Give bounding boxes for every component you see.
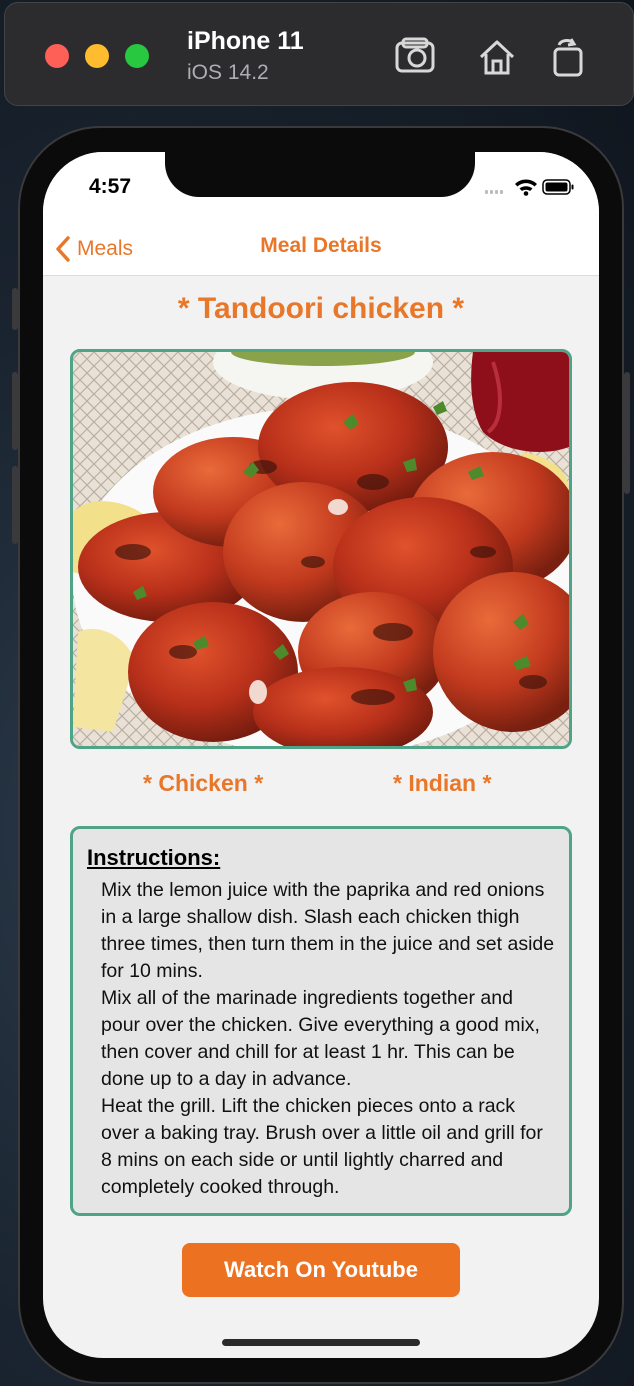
screenshot-icon[interactable] bbox=[393, 37, 437, 77]
instructions-text: Mix the lemon juice with the paprika and… bbox=[101, 879, 555, 1198]
minimize-window-button[interactable] bbox=[85, 44, 109, 68]
instructions-box: Instructions: Mix the lemon juice with t… bbox=[70, 826, 572, 1216]
meal-image bbox=[70, 349, 572, 749]
phone-screen: 4:57 Meals Meal Details * Tandoori chick… bbox=[43, 152, 599, 1358]
mute-switch bbox=[12, 288, 18, 330]
watch-youtube-button[interactable]: Watch On Youtube bbox=[182, 1243, 460, 1297]
zoom-window-button[interactable] bbox=[125, 44, 149, 68]
volume-up-button bbox=[12, 372, 18, 450]
meal-title: * Tandoori chicken * bbox=[177, 292, 465, 325]
status-and-nav-bar: 4:57 Meals Meal Details bbox=[43, 152, 599, 276]
simulator-os-version: iOS 14.2 bbox=[187, 61, 269, 84]
meal-area: * Indian * bbox=[393, 770, 492, 796]
tandoori-chicken-photo bbox=[73, 352, 569, 746]
home-icon[interactable] bbox=[475, 37, 519, 77]
home-indicator[interactable] bbox=[222, 1339, 420, 1346]
power-button bbox=[624, 372, 630, 494]
rotate-icon[interactable] bbox=[547, 37, 591, 77]
battery-icon bbox=[542, 179, 574, 195]
nav-divider bbox=[43, 275, 599, 276]
meal-category: * Chicken * bbox=[143, 770, 264, 796]
instructions-heading: Instructions: bbox=[87, 845, 221, 870]
cellular-signal-icon bbox=[485, 190, 503, 194]
simulator-device-name: iPhone 11 bbox=[187, 27, 304, 55]
wifi-icon bbox=[515, 179, 537, 196]
volume-down-button bbox=[12, 466, 18, 544]
status-icons bbox=[485, 179, 574, 196]
nav-title: Meal Details bbox=[260, 234, 382, 257]
notch bbox=[165, 152, 475, 197]
status-time: 4:57 bbox=[89, 175, 132, 198]
close-window-button[interactable] bbox=[45, 44, 69, 68]
simulator-toolbar: iPhone 11 iOS 14.2 bbox=[4, 2, 634, 106]
